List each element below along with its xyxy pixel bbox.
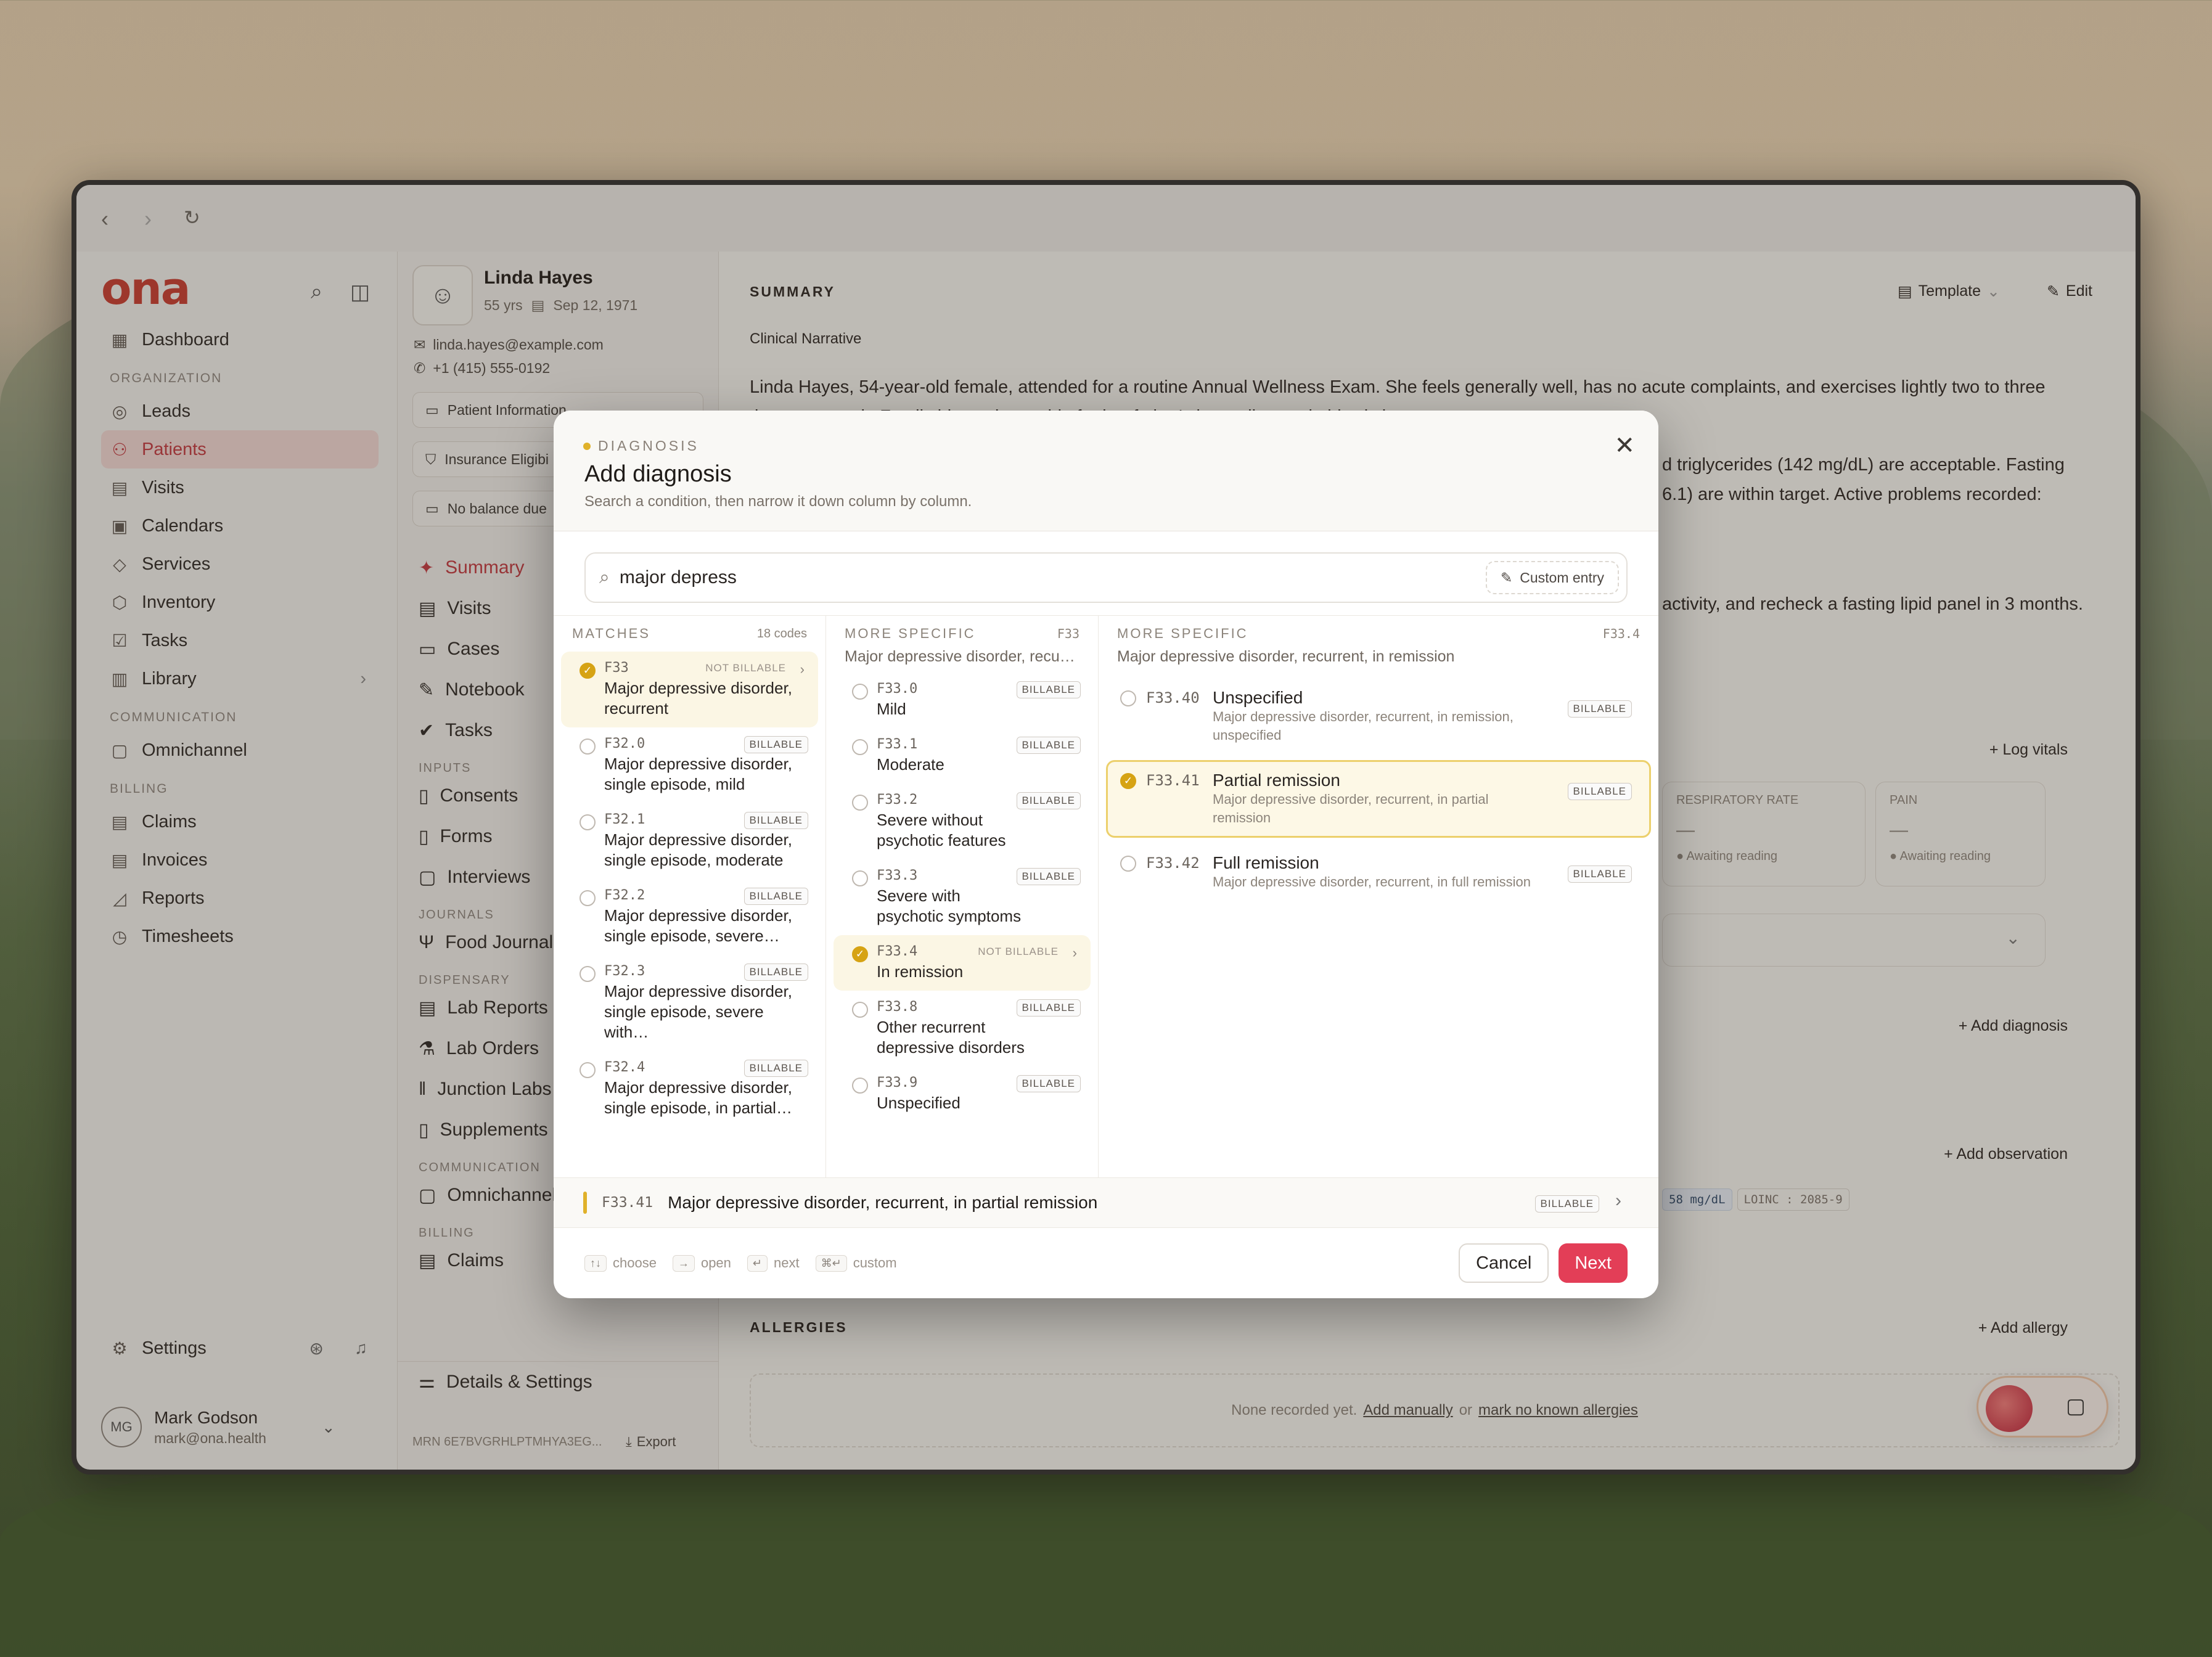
- diagnosis-search[interactable]: ⌕ major depress ✎ Custom entry: [584, 552, 1628, 603]
- chevron-right-icon: ›: [800, 661, 805, 677]
- billing-badge: BILLABLE: [1016, 868, 1081, 885]
- modal-title: Add diagnosis: [584, 461, 732, 487]
- radio-icon: [1120, 856, 1136, 872]
- list-item[interactable]: F33.8 Other recurrent depressive disorder…: [834, 991, 1091, 1066]
- column-header: MORE SPECIFIC F33.4: [1117, 626, 1640, 641]
- chevron-right-icon: ›: [1615, 1190, 1621, 1211]
- search-input[interactable]: major depress: [620, 567, 737, 588]
- list-item[interactable]: F33.1 Moderate BILLABLE: [834, 728, 1091, 783]
- list-item[interactable]: ✓ F33 Major depressive disorder, recurrent…: [561, 652, 818, 727]
- list-item[interactable]: ✓ F33.41 Partial remission Major depressive…: [1106, 760, 1651, 838]
- billing-badge: BILLABLE: [1567, 865, 1632, 883]
- radio-icon: [852, 1078, 868, 1094]
- matches-column: MATCHES 18 codes ✓ F33 Major depressive dis…: [554, 616, 826, 1177]
- radio-icon: [852, 1002, 868, 1018]
- modal-subtitle: Search a condition, then narrow it down …: [584, 493, 972, 510]
- billing-badge: BILLABLE: [743, 1060, 808, 1077]
- column-path: Major depressive disorder, recu…: [845, 648, 1075, 665]
- more-specific-column-1: MORE SPECIFIC F33 Major depressive disord…: [826, 616, 1099, 1177]
- selection-indicator: [583, 1192, 587, 1214]
- selection-summary[interactable]: F33.41 Major depressive disorder, recurr…: [554, 1177, 1658, 1228]
- radio-icon: [580, 1062, 596, 1078]
- check-icon: ✓: [852, 946, 868, 962]
- radio-icon: [1120, 690, 1136, 706]
- modal-footer: ↑↓ choose → open ↵ next ⌘↵ custom Cancel Nex…: [554, 1228, 1658, 1298]
- hint-open: → open: [672, 1254, 731, 1272]
- billing-badge: BILLABLE: [1534, 1195, 1599, 1213]
- radio-icon: [580, 890, 596, 906]
- hint-custom: ⌘↵ custom: [815, 1254, 897, 1272]
- billing-badge: NOT BILLABLE: [978, 946, 1059, 957]
- add-diagnosis-modal: DIAGNOSIS Add diagnosis Search a conditi…: [554, 411, 1658, 1298]
- selection-code: F33.41: [602, 1195, 653, 1211]
- column-header: MATCHES 18 codes: [572, 626, 807, 641]
- modal-kicker: DIAGNOSIS: [583, 438, 699, 454]
- list-item[interactable]: F33.2 Severe without psychotic features BI…: [834, 783, 1091, 859]
- custom-entry-label: Custom entry: [1520, 569, 1604, 586]
- hint-choose: ↑↓ choose: [584, 1254, 657, 1272]
- diagnosis-columns: MATCHES 18 codes ✓ F33 Major depressive dis…: [554, 615, 1658, 1177]
- next-button[interactable]: Next: [1559, 1243, 1628, 1283]
- billing-badge: BILLABLE: [1567, 700, 1632, 718]
- modal-header: DIAGNOSIS Add diagnosis Search a conditi…: [554, 411, 1658, 531]
- billing-badge: NOT BILLABLE: [705, 662, 786, 674]
- column-path: Major depressive disorder, recurrent, in…: [1117, 648, 1455, 665]
- radio-icon: [852, 870, 868, 886]
- radio-icon: [852, 795, 868, 811]
- column-header: MORE SPECIFIC F33: [845, 626, 1079, 641]
- radio-icon: [580, 814, 596, 830]
- check-icon: ✓: [1120, 773, 1136, 789]
- hint-next: ↵ next: [747, 1254, 800, 1272]
- custom-entry-button[interactable]: ✎ Custom entry: [1485, 561, 1619, 594]
- radio-icon: [580, 966, 596, 982]
- radio-icon: [852, 739, 868, 755]
- list-item[interactable]: F33.0 Mild BILLABLE: [834, 673, 1091, 728]
- list-item[interactable]: F32.4 Major depressive disorder, single e…: [561, 1051, 818, 1127]
- list-item[interactable]: F32.2 Major depressive disorder, single e…: [561, 879, 818, 955]
- radio-icon: [852, 684, 868, 700]
- selection-name: Major depressive disorder, recurrent, in…: [668, 1193, 1098, 1212]
- status-dot: [583, 442, 591, 450]
- billing-badge: BILLABLE: [743, 964, 808, 981]
- billing-badge: BILLABLE: [1016, 1075, 1081, 1092]
- billing-badge: BILLABLE: [743, 812, 808, 829]
- search-icon: ⌕: [599, 567, 610, 587]
- billing-badge: BILLABLE: [1016, 792, 1081, 809]
- list-item[interactable]: F33.42 Full remission Major depressive dis…: [1106, 843, 1651, 902]
- billing-badge: BILLABLE: [743, 888, 808, 905]
- close-icon[interactable]: ✕: [1614, 432, 1635, 460]
- list-item[interactable]: F32.3 Major depressive disorder, single e…: [561, 955, 818, 1051]
- pencil-icon: ✎: [1500, 569, 1513, 586]
- list-item[interactable]: F33.9 Unspecified BILLABLE: [834, 1066, 1091, 1122]
- check-icon: ✓: [580, 663, 596, 679]
- more-specific-column-2: MORE SPECIFIC F33.4 Major depressive diso…: [1099, 616, 1658, 1177]
- list-item[interactable]: ✓ F33.4 In remission NOT BILLABLE ›: [834, 935, 1091, 991]
- cancel-button[interactable]: Cancel: [1459, 1243, 1549, 1283]
- billing-badge: BILLABLE: [743, 736, 808, 753]
- list-item[interactable]: F32.0 Major depressive disorder, single e…: [561, 727, 818, 803]
- billing-badge: BILLABLE: [1567, 783, 1632, 800]
- list-item[interactable]: F32.1 Major depressive disorder, single e…: [561, 803, 818, 879]
- chevron-right-icon: ›: [1072, 945, 1077, 960]
- list-item[interactable]: F33.3 Severe with psychotic symptoms BILLA…: [834, 859, 1091, 935]
- radio-icon: [580, 738, 596, 755]
- billing-badge: BILLABLE: [1016, 681, 1081, 698]
- billing-badge: BILLABLE: [1016, 999, 1081, 1017]
- list-item[interactable]: F33.40 Unspecified Major depressive disord…: [1106, 677, 1651, 755]
- billing-badge: BILLABLE: [1016, 737, 1081, 754]
